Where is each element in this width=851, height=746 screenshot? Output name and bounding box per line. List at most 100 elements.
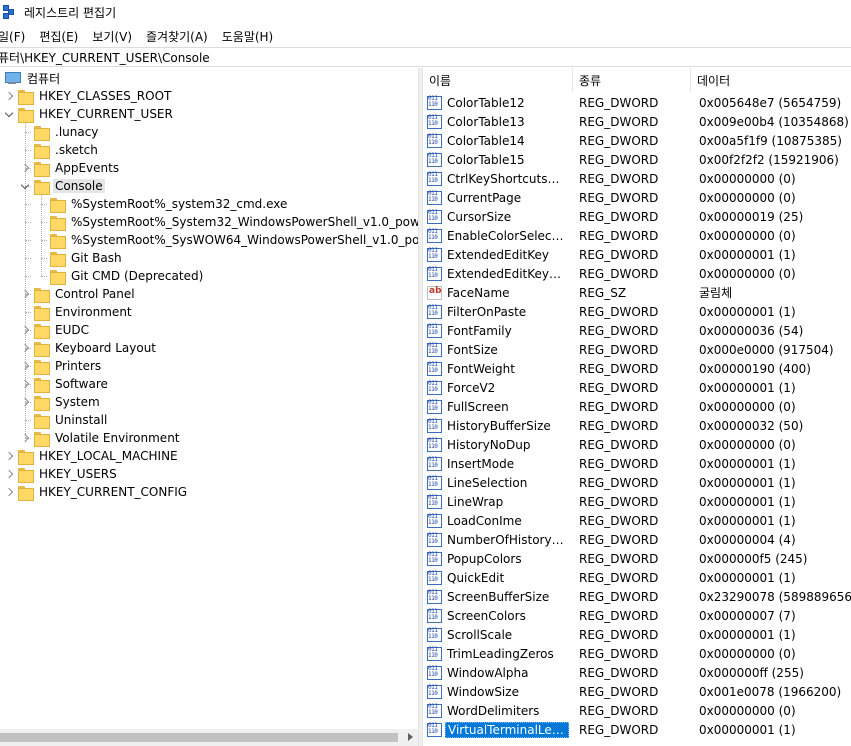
tree-item[interactable]: HKEY_CURRENT_CONFIG [4,483,189,501]
tree-item[interactable]: HKEY_CURRENT_USER [4,105,175,123]
value-row[interactable]: EnableColorSelection REG_DWORD 0x00000000 … [423,226,851,245]
expand-chevron-icon[interactable] [20,325,30,335]
value-row[interactable]: ScreenColors REG_DWORD 0x00000007 (7) [423,606,851,625]
value-row[interactable]: WindowAlpha REG_DWORD 0x000000ff (255) [423,663,851,682]
value-row[interactable]: TrimLeadingZeros REG_DWORD 0x00000000 (0) [423,644,851,663]
value-row[interactable]: ExtendedEditKey REG_DWORD 0x00000001 (1) [423,245,851,264]
value-row[interactable]: ColorTable12 REG_DWORD 0x005648e7 (5654759… [423,93,851,112]
value-row[interactable]: ColorTable15 REG_DWORD 0x00f2f2f2 (1592190… [423,150,851,169]
tree-item[interactable]: System [20,393,102,411]
value-type: REG_DWORD [579,133,659,148]
values-list-pane[interactable]: 이름 종류 데이터 ColorTable12 REG_DWORD 0x005648e… [423,68,851,746]
menu-help[interactable]: 도움말(H) [215,28,281,45]
scroll-right-arrow-icon[interactable] [404,731,416,743]
tree-item[interactable]: Git Bash [36,249,124,267]
expand-chevron-icon[interactable] [20,289,30,299]
tree-item[interactable]: Printers [20,357,103,375]
value-name-cell: CurrentPage [427,188,571,207]
dword-value-icon [427,171,442,186]
menu-file[interactable]: 일(F) [0,28,32,45]
column-header-name[interactable]: 이름 [423,68,573,92]
tree-item[interactable]: HKEY_USERS [4,465,119,483]
collapse-chevron-icon[interactable] [4,109,14,119]
value-row[interactable]: InsertMode REG_DWORD 0x00000001 (1) [423,454,851,473]
expand-chevron-icon[interactable] [4,469,14,479]
value-type: REG_DWORD [579,589,659,604]
value-row[interactable]: FontSize REG_DWORD 0x000e0000 (917504) [423,340,851,359]
expand-chevron-icon[interactable] [20,433,30,443]
tree-item[interactable]: %SystemRoot%_System32_WindowsPowerShell_… [36,213,418,231]
value-type: REG_DWORD [579,665,659,680]
tree-item[interactable]: Keyboard Layout [20,339,158,357]
value-row[interactable]: VirtualTerminalLevel REG_DWORD 0x00000001 … [423,720,851,739]
column-header-type[interactable]: 종류 [573,68,691,92]
value-row[interactable]: LoadConIme REG_DWORD 0x00000001 (1) [423,511,851,530]
value-row[interactable]: ExtendedEditKeyCust... REG_DWORD 0x0000000… [423,264,851,283]
column-header-data[interactable]: 데이터 [691,68,851,92]
tree-item[interactable]: Control Panel [20,285,137,303]
value-row[interactable]: ForceV2 REG_DWORD 0x00000001 (1) [423,378,851,397]
value-data: 0x00000032 (50) [699,418,804,433]
expand-chevron-icon[interactable] [4,451,14,461]
tree-item[interactable]: Git CMD (Deprecated) [36,267,205,285]
value-row[interactable]: PopupColors REG_DWORD 0x000000f5 (245) [423,549,851,568]
value-row[interactable]: FilterOnPaste REG_DWORD 0x00000001 (1) [423,302,851,321]
tree-item[interactable]: Volatile Environment [20,429,182,447]
value-row[interactable]: FullScreen REG_DWORD 0x00000000 (0) [423,397,851,416]
value-row[interactable]: CtrlKeyShortcutsDisa... REG_DWORD 0x000000… [423,169,851,188]
key-tree-pane[interactable]: 컴퓨터 HKEY_CLASSES_ROOT HKEY_CURRENT_USER .l… [0,68,418,746]
value-type: REG_SZ [579,285,627,300]
collapse-chevron-icon[interactable] [20,181,30,191]
value-row[interactable]: FontWeight REG_DWORD 0x00000190 (400) [423,359,851,378]
expand-chevron-icon[interactable] [4,91,14,101]
tree-item[interactable]: Environment [20,303,134,321]
value-name: FilterOnPaste [447,304,527,319]
menu-view[interactable]: 보기(V) [85,28,139,45]
value-row[interactable]: ScreenBufferSize REG_DWORD 0x23290078 (589… [423,587,851,606]
address-path[interactable]: 퓨터\HKEY_CURRENT_USER\Console [0,49,210,66]
value-data: 0x00000001 (1) [699,513,796,528]
expand-chevron-icon[interactable] [4,487,14,497]
tree-root-computer[interactable]: 컴퓨터 [4,69,62,87]
value-row[interactable]: FaceName REG_SZ 굴림체 [423,283,851,302]
value-row[interactable]: NumberOfHistoryBuf... REG_DWORD 0x00000004… [423,530,851,549]
address-bar[interactable]: 퓨터\HKEY_CURRENT_USER\Console [0,47,851,67]
tree-item[interactable]: .lunacy [20,123,100,141]
expand-chevron-icon[interactable] [20,361,30,371]
value-data: 0x00000001 (1) [699,247,796,262]
tree-item[interactable]: Console [20,177,105,195]
value-row[interactable]: LineWrap REG_DWORD 0x00000001 (1) [423,492,851,511]
expand-chevron-icon[interactable] [20,379,30,389]
tree-item[interactable]: AppEvents [20,159,121,177]
tree-item[interactable]: %SystemRoot%_system32_cmd.exe [36,195,289,213]
value-row[interactable]: CursorSize REG_DWORD 0x00000019 (25) [423,207,851,226]
value-data: 0x00000001 (1) [699,475,796,490]
value-row[interactable]: FontFamily REG_DWORD 0x00000036 (54) [423,321,851,340]
value-row[interactable]: ColorTable14 REG_DWORD 0x00a5f1f9 (1087538… [423,131,851,150]
value-row[interactable]: ScrollScale REG_DWORD 0x00000001 (1) [423,625,851,644]
value-row[interactable]: WordDelimiters REG_DWORD 0x00000000 (0) [423,701,851,720]
value-row[interactable]: ColorTable13 REG_DWORD 0x009e00b4 (1035486… [423,112,851,131]
value-row[interactable]: LineSelection REG_DWORD 0x00000001 (1) [423,473,851,492]
value-name: ColorTable15 [447,152,525,167]
tree-item[interactable]: .sketch [20,141,100,159]
tree-item[interactable]: %SystemRoot%_SysWOW64_WindowsPowerShell_… [36,231,418,249]
tree-horizontal-scrollbar[interactable] [0,729,418,746]
tree-item[interactable]: Uninstall [20,411,109,429]
tree-item[interactable]: HKEY_LOCAL_MACHINE [4,447,180,465]
value-row[interactable]: WindowSize REG_DWORD 0x001e0078 (1966200) [423,682,851,701]
value-row[interactable]: CurrentPage REG_DWORD 0x00000000 (0) [423,188,851,207]
expand-chevron-icon[interactable] [20,397,30,407]
menu-favorites[interactable]: 즐겨찾기(A) [139,28,215,45]
scrollbar-thumb[interactable] [0,733,398,742]
value-row[interactable]: HistoryBufferSize REG_DWORD 0x00000032 (50… [423,416,851,435]
tree-item[interactable]: Software [20,375,110,393]
tree-item[interactable]: EUDC [20,321,91,339]
value-row[interactable]: QuickEdit REG_DWORD 0x00000001 (1) [423,568,851,587]
value-row[interactable]: HistoryNoDup REG_DWORD 0x00000000 (0) [423,435,851,454]
value-name-cell: ExtendedEditKey [427,245,571,264]
menu-edit[interactable]: 편집(E) [32,28,85,45]
expand-chevron-icon[interactable] [20,343,30,353]
expand-chevron-icon[interactable] [20,163,30,173]
tree-item[interactable]: HKEY_CLASSES_ROOT [4,87,173,105]
